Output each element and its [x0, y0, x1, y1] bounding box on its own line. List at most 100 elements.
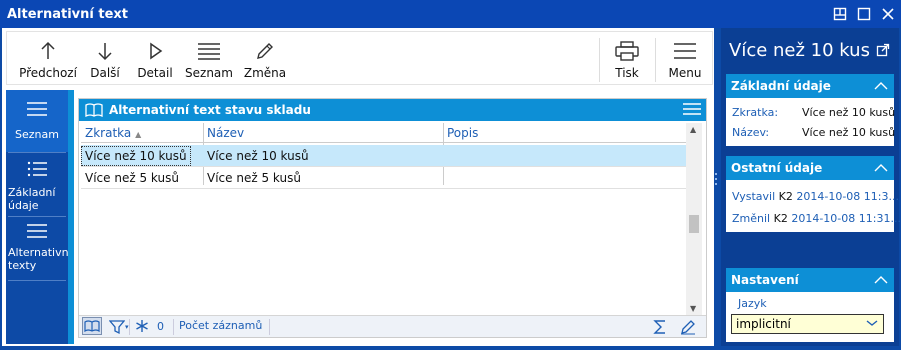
print-button[interactable]: Tisk [605, 32, 649, 86]
book-view-button[interactable] [82, 317, 102, 335]
basic-info-header[interactable]: Základní údaje [726, 74, 894, 98]
previous-button[interactable]: Předchozí [13, 32, 83, 86]
column-header-nazev[interactable]: Název [207, 126, 244, 140]
grid-panel: Alternativní text stavu skladu Zkratka ▲… [78, 98, 707, 338]
vertical-scrollbar[interactable]: ▲ ▼ [686, 123, 702, 315]
section-title: Základní údaje [731, 79, 831, 93]
filter-button[interactable]: ▾ [109, 319, 129, 335]
other-info-section: Ostatní údaje Vystavil K2 2014-10-08 11:… [726, 156, 901, 232]
nav-item-list[interactable]: Seznam [6, 90, 68, 152]
scroll-thumb[interactable] [689, 215, 699, 233]
side-navigation: Seznam Základní údaje Alternativní texty [6, 90, 72, 344]
toolbar-divider [655, 38, 656, 82]
nav-item-label: Seznam [15, 128, 59, 141]
open-external-icon[interactable] [876, 43, 890, 57]
changed-by-row: Změnil K2 2014-10-08 11:31... [732, 212, 901, 225]
grid-title: Alternativní text stavu skladu [109, 103, 311, 117]
created-user: K2 [778, 190, 793, 203]
detail-button[interactable]: Detail [131, 32, 179, 86]
accent-bar [68, 90, 74, 344]
detail-title: Více než 10 kus... [729, 40, 869, 61]
table-row[interactable]: Více než 5 kusů Více než 5 kusů [81, 167, 686, 189]
section-title: Ostatní údaje [731, 161, 823, 175]
nav-divider [8, 152, 66, 153]
scroll-up-icon[interactable]: ▲ [690, 125, 696, 134]
scroll-down-icon[interactable]: ▼ [690, 304, 696, 313]
previous-label: Předchozí [19, 66, 77, 80]
asterisk-icon [136, 320, 148, 332]
arrow-down-icon [98, 43, 112, 61]
restore-icon[interactable] [829, 3, 851, 25]
bulleted-list-icon [27, 161, 47, 177]
list-icon [198, 43, 220, 60]
book-icon [84, 320, 100, 332]
nav-item-label: Alternativní texty [8, 246, 72, 272]
chevron-up-icon[interactable] [868, 268, 894, 292]
pane-splitter[interactable] [714, 28, 718, 346]
menu-label: Menu [668, 66, 702, 80]
list-icon [27, 224, 47, 238]
nav-divider [8, 216, 66, 217]
app-window: Alternativní text Předchozí Další Detail [0, 0, 901, 350]
chevron-up-icon[interactable] [868, 156, 894, 180]
toolbar-divider [599, 38, 600, 82]
zkratka-value: Více než 10 kusů [802, 106, 895, 119]
footer-divider [129, 319, 130, 335]
settings-header[interactable]: Nastavení [726, 268, 894, 292]
column-headers: Zkratka ▲ Název Popis [81, 123, 686, 143]
book-icon [85, 103, 103, 117]
cell-zkratka: Více než 10 kusů [81, 146, 191, 166]
maximize-icon[interactable] [853, 3, 875, 25]
grid-menu-icon[interactable] [682, 101, 702, 117]
cell-nazev: Více než 10 kusů [207, 149, 309, 163]
list-label: Seznam [185, 66, 233, 80]
nav-divider [8, 280, 66, 281]
toolbar: Předchozí Další Detail Seznam Změna Tisk… [6, 31, 713, 85]
chevron-up-icon[interactable] [868, 74, 894, 98]
arrow-up-icon [41, 41, 55, 59]
dropdown-icon: ▾ [125, 323, 129, 331]
zkratka-field: Zkratka: [732, 106, 778, 119]
changed-date: 2014-10-08 11:31... [791, 212, 901, 225]
column-header-zkratka[interactable]: Zkratka ▲ [85, 126, 141, 140]
language-select[interactable]: implicitní [731, 314, 884, 334]
basic-info-section: Základní údaje Zkratka: Více než 10 kusů… [726, 74, 895, 146]
list-button[interactable]: Seznam [183, 32, 235, 86]
main-pane: Předchozí Další Detail Seznam Změna Tisk… [2, 28, 717, 346]
created-by-row: Vystavil K2 2014-10-08 11:3... [732, 190, 899, 203]
sum-button[interactable] [653, 319, 667, 335]
filter-icon [109, 320, 125, 335]
nav-item-basic-info[interactable]: Základní údaje [6, 154, 68, 216]
nav-item-label: Základní údaje [8, 186, 56, 212]
created-date: 2014-10-08 11:3... [796, 190, 899, 203]
selection-indicator[interactable]: 0 [135, 319, 164, 333]
column-header-popis[interactable]: Popis [447, 126, 478, 140]
selected-count: 0 [157, 319, 164, 333]
sigma-icon [653, 320, 665, 334]
printer-icon [615, 41, 639, 61]
menu-button[interactable]: Menu [661, 32, 709, 86]
record-count-button[interactable]: Počet záznamů [179, 319, 262, 332]
pencil-icon [681, 320, 695, 335]
table-row[interactable]: Více než 10 kusů Více než 10 kusů [81, 145, 686, 167]
edit-button[interactable]: Změna [239, 32, 291, 86]
next-label: Další [90, 66, 120, 80]
cell-nazev: Více než 5 kusů [207, 171, 301, 185]
hamburger-icon [674, 43, 696, 59]
changed-user: K2 [773, 212, 788, 225]
cell-zkratka: Více než 5 kusů [85, 171, 179, 185]
language-label: Jazyk [738, 297, 767, 310]
window-title: Alternativní text [7, 6, 128, 22]
column-header-label: Zkratka [85, 126, 132, 140]
next-button[interactable]: Další [83, 32, 127, 86]
field-label: Název: [732, 126, 770, 139]
edit-grid-button[interactable] [680, 319, 696, 335]
nazev-value: Více než 10 kusů [802, 126, 895, 139]
field-value: Více než 10 kusů [802, 126, 896, 139]
title-bar: Alternativní text [0, 0, 901, 28]
close-icon[interactable] [877, 3, 899, 25]
record-count-label: Počet záznamů [179, 319, 263, 332]
edit-label: Změna [243, 66, 287, 80]
other-info-header[interactable]: Ostatní údaje [726, 156, 894, 180]
nav-item-alt-texts[interactable]: Alternativní texty [6, 218, 72, 280]
